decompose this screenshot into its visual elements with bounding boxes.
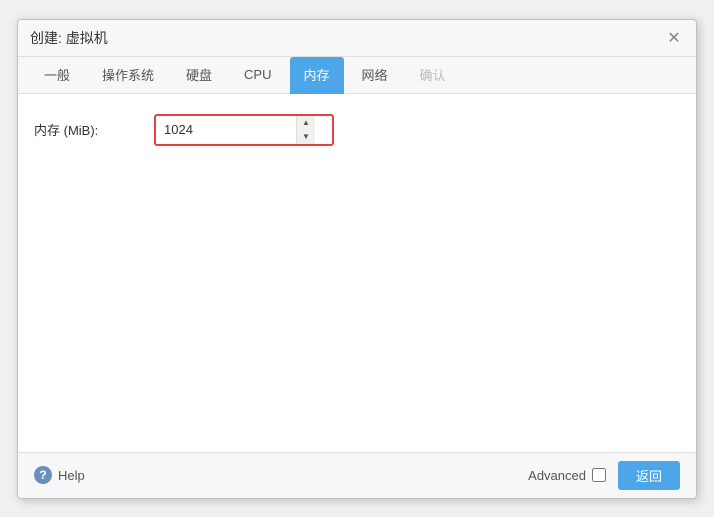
memory-input[interactable] xyxy=(156,118,296,141)
tab-bar: 一般 操作系统 硬盘 CPU 内存 网络 确认 xyxy=(18,57,696,94)
memory-label: 内存 (MiB): xyxy=(34,120,154,139)
memory-spinner: ▲ ▼ xyxy=(296,116,315,144)
help-icon: ? xyxy=(34,466,52,484)
advanced-text: Advanced xyxy=(528,468,586,483)
memory-input-wrapper: ▲ ▼ xyxy=(154,114,334,146)
tab-os[interactable]: 操作系统 xyxy=(88,57,168,94)
memory-row: 内存 (MiB): ▲ ▼ xyxy=(34,114,680,146)
memory-decrement-button[interactable]: ▼ xyxy=(297,130,315,144)
tab-general[interactable]: 一般 xyxy=(30,57,84,94)
content-area: 内存 (MiB): ▲ ▼ xyxy=(18,94,696,452)
advanced-checkbox[interactable] xyxy=(592,468,606,482)
close-button[interactable]: ✕ xyxy=(664,28,684,48)
title-bar: 创建: 虚拟机 ✕ xyxy=(18,20,696,57)
tab-confirm: 确认 xyxy=(406,57,460,94)
advanced-label: Advanced xyxy=(528,468,606,483)
tab-cpu[interactable]: CPU xyxy=(230,59,285,92)
footer: ? Help Advanced 返回 xyxy=(18,452,696,498)
tab-disk[interactable]: 硬盘 xyxy=(172,57,226,94)
help-label: Help xyxy=(58,468,85,483)
help-button[interactable]: ? Help xyxy=(34,466,85,484)
tab-network[interactable]: 网络 xyxy=(348,57,402,94)
tab-memory[interactable]: 内存 xyxy=(290,57,344,94)
back-button[interactable]: 返回 xyxy=(618,461,680,490)
footer-right: Advanced 返回 xyxy=(528,461,680,490)
dialog-title: 创建: 虚拟机 xyxy=(30,28,108,48)
memory-increment-button[interactable]: ▲ xyxy=(297,116,315,130)
create-vm-dialog: 创建: 虚拟机 ✕ 一般 操作系统 硬盘 CPU 内存 网络 确认 内存 (Mi… xyxy=(17,19,697,499)
